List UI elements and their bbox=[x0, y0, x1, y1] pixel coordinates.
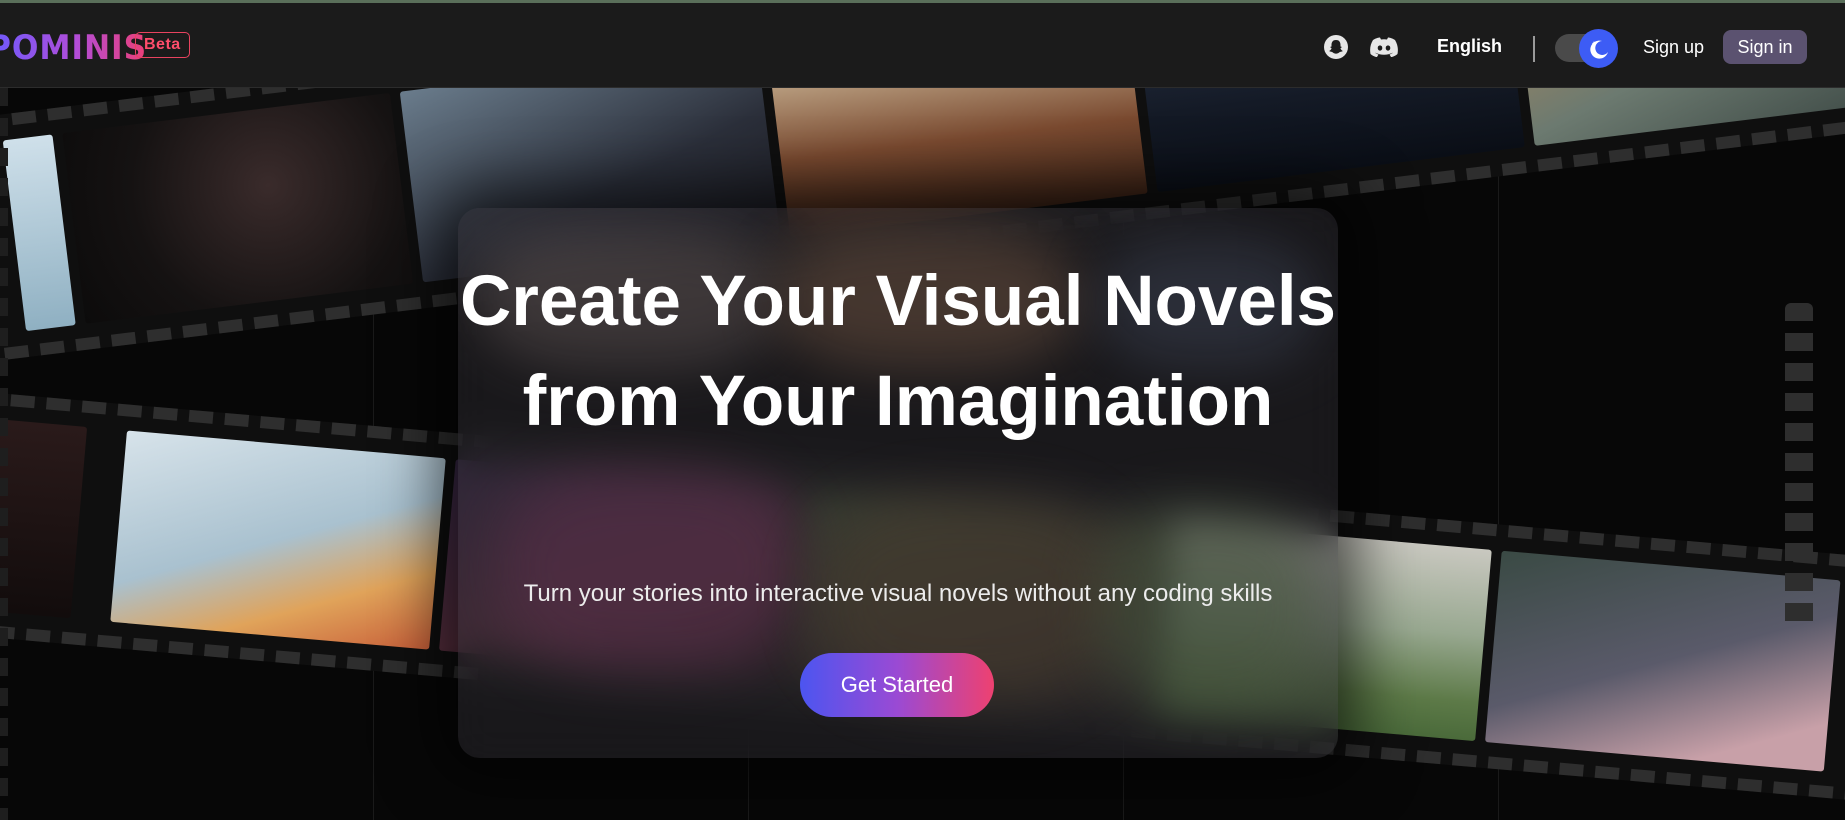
top-navbar: POMINIS Beta English Sign up Sign in bbox=[0, 3, 1845, 88]
film-frame-city-night bbox=[1134, 88, 1525, 193]
theme-toggle[interactable] bbox=[1555, 29, 1618, 68]
brand-logo[interactable]: POMINIS bbox=[0, 27, 147, 69]
moon-icon bbox=[1579, 29, 1618, 68]
page: POMINIS Beta English Sign up Sign in Cre… bbox=[0, 0, 1845, 820]
film-sprocket-holes bbox=[0, 88, 8, 820]
discord-icon[interactable] bbox=[1368, 33, 1400, 61]
film-frame-snow bbox=[2, 134, 76, 332]
signin-button[interactable]: Sign in bbox=[1723, 30, 1807, 64]
get-started-button[interactable]: Get Started bbox=[800, 653, 994, 717]
film-sprocket-holes bbox=[1785, 303, 1813, 633]
beta-badge: Beta bbox=[135, 32, 190, 58]
snapchat-ghost-icon[interactable] bbox=[1322, 33, 1350, 61]
hero-title: Create Your Visual Novels from Your Imag… bbox=[459, 262, 1337, 441]
signup-link[interactable]: Sign up bbox=[1643, 37, 1704, 58]
film-frame-hooded-figure bbox=[62, 92, 414, 324]
header-divider bbox=[1533, 36, 1535, 62]
film-frame-snow-girl bbox=[110, 430, 446, 650]
film-frame-old-man-portrait bbox=[1511, 88, 1845, 146]
language-selector[interactable]: English bbox=[1437, 36, 1502, 57]
film-frame-dark bbox=[0, 419, 88, 619]
hero-card: Create Your Visual Novels from Your Imag… bbox=[458, 208, 1338, 758]
hero-subtitle: Turn your stories into interactive visua… bbox=[523, 580, 1273, 607]
